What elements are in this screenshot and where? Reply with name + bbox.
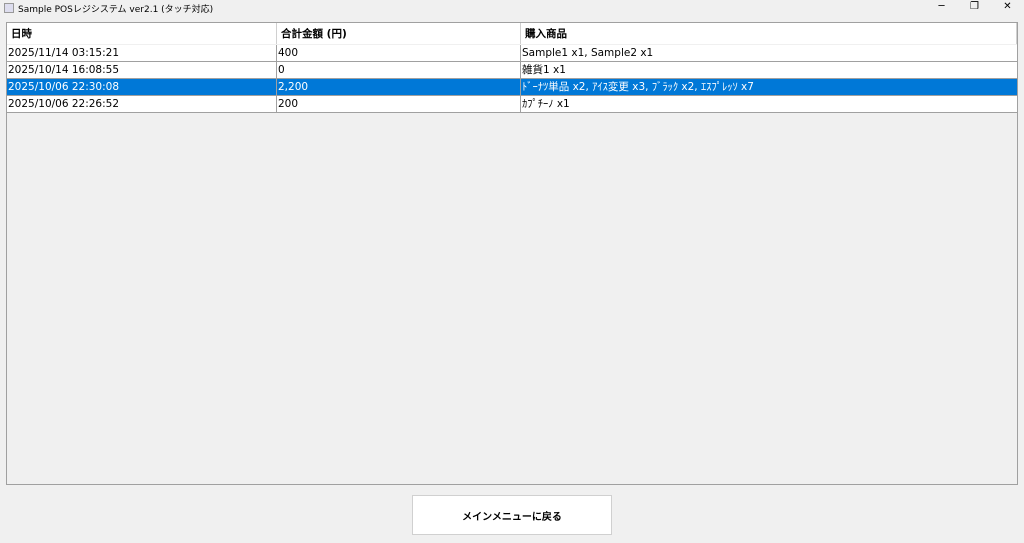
cell-total: 2,200 xyxy=(277,79,521,95)
back-to-main-menu-button[interactable]: メインメニューに戻る xyxy=(412,495,612,535)
cell-total: 400 xyxy=(277,45,521,61)
title-bar: Sample POSレジシステム ver2.1 (タッチ対応) ─ ❐ ✕ xyxy=(0,0,1024,16)
cell-items: Sample1 x1, Sample2 x1 xyxy=(522,47,654,59)
sales-history-table: 日時 合計金額 (円) 購入商品 2025/11/14 03:15:21 400… xyxy=(6,22,1018,485)
close-button[interactable]: ✕ xyxy=(991,0,1024,16)
table-header: 日時 合計金額 (円) 購入商品 xyxy=(7,23,1017,45)
table-row[interactable]: 2025/10/14 16:08:55 0 雑貨1 x1 xyxy=(7,62,1017,79)
cell-total: 200 xyxy=(277,96,521,112)
column-header-items[interactable]: 購入商品 xyxy=(521,23,1017,44)
cell-datetime: 2025/10/06 22:30:08 xyxy=(7,79,277,95)
table-row-selected[interactable]: 2025/10/06 22:30:08 2,200 ﾄﾞｰﾅﾂ単品 x2, ｱｲ… xyxy=(7,79,1017,96)
cell-items: ｶﾌﾟﾁｰﾉ x1 xyxy=(522,98,570,110)
restore-button[interactable]: ❐ xyxy=(958,0,991,16)
minimize-button[interactable]: ─ xyxy=(925,0,958,16)
cell-items: ﾄﾞｰﾅﾂ単品 x2, ｱｲｽ変更 x3, ﾌﾞﾗｯｸ x2, ｴｽﾌﾟﾚｯｿ … xyxy=(522,81,754,93)
window-title: Sample POSレジシステム ver2.1 (タッチ対応) xyxy=(18,4,214,15)
cell-total: 0 xyxy=(277,62,521,78)
cell-items: 雑貨1 x1 xyxy=(522,64,566,76)
cell-datetime: 2025/10/14 16:08:55 xyxy=(7,62,277,78)
column-header-total[interactable]: 合計金額 (円) xyxy=(277,23,521,44)
cell-datetime: 2025/11/14 03:15:21 xyxy=(7,45,277,61)
table-row[interactable]: 2025/11/14 03:15:21 400 Sample1 x1, Samp… xyxy=(7,45,1017,62)
cell-datetime: 2025/10/06 22:26:52 xyxy=(7,96,277,112)
table-row[interactable]: 2025/10/06 22:26:52 200 ｶﾌﾟﾁｰﾉ x1 xyxy=(7,96,1017,113)
java-app-icon xyxy=(4,3,14,13)
column-header-datetime[interactable]: 日時 xyxy=(7,23,277,44)
